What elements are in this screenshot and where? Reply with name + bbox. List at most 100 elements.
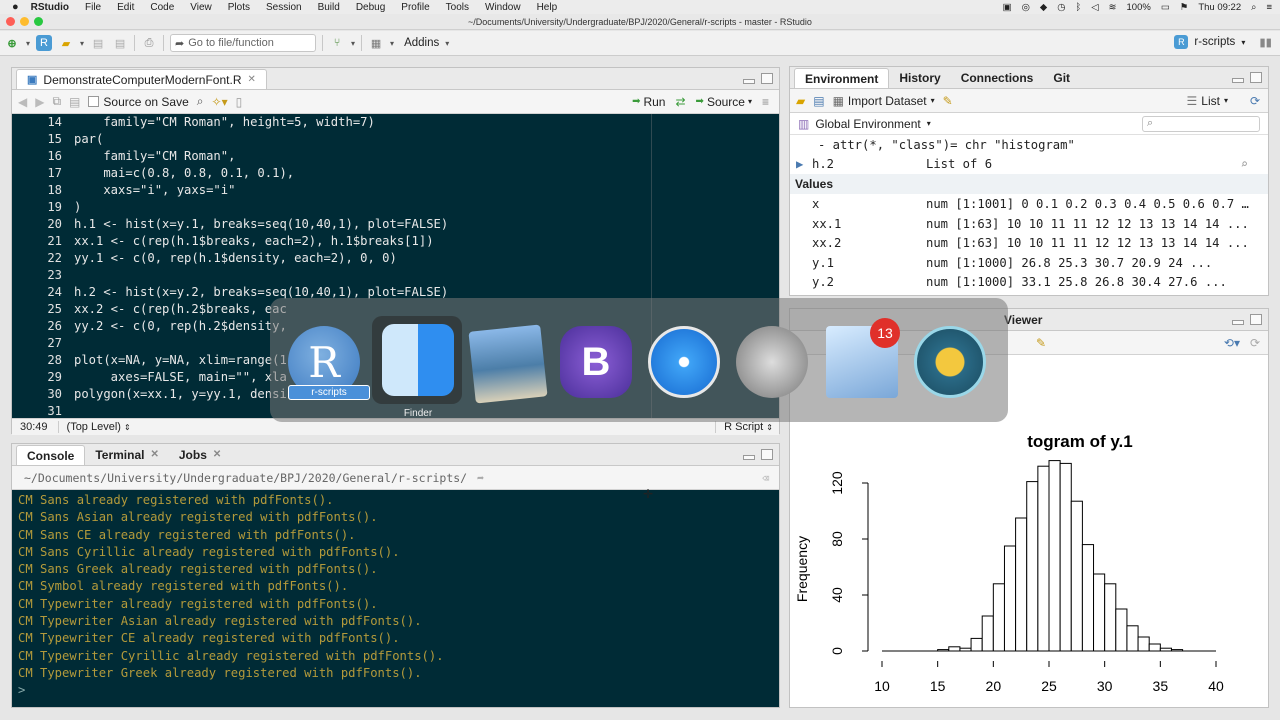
scope-selector[interactable]: Global Environment xyxy=(815,117,920,131)
screen-icon[interactable]: ▣ xyxy=(1003,2,1012,13)
refresh-icon[interactable]: ⟳ xyxy=(1250,94,1260,108)
menu-file[interactable]: File xyxy=(85,2,101,13)
clear-plots-icon[interactable]: ✎ xyxy=(1036,336,1046,350)
tab-console[interactable]: Console xyxy=(16,445,86,465)
minimize-env-icon[interactable] xyxy=(1232,78,1244,83)
back-icon[interactable]: ◀ xyxy=(18,95,27,109)
battery-percent[interactable]: 100% xyxy=(1127,2,1151,13)
publish-icon[interactable]: ⟲▾ xyxy=(1224,336,1240,350)
git-dropdown-icon[interactable]: ▾ xyxy=(351,39,355,48)
addins-dropdown-icon[interactable]: ▾ xyxy=(445,39,449,48)
menu-app[interactable]: RStudio xyxy=(31,2,69,13)
code-line[interactable]: family="CM Roman", height=5, width=7) xyxy=(74,114,448,131)
minimize-plots-icon[interactable] xyxy=(1232,320,1244,325)
bbedit-app-icon[interactable]: B xyxy=(560,326,632,398)
apple-icon[interactable]: ● xyxy=(12,1,19,13)
close-terminal-icon[interactable]: ✕ xyxy=(150,445,158,465)
menu-build[interactable]: Build xyxy=(318,2,340,13)
preview-app-icon[interactable] xyxy=(468,324,548,404)
open-file-icon[interactable]: ▰ xyxy=(58,35,74,51)
close-tab-icon[interactable]: ✕ xyxy=(248,70,256,90)
forward-icon[interactable]: ▶ xyxy=(35,95,44,109)
maximize-console-icon[interactable] xyxy=(761,449,773,460)
refresh-plot-icon[interactable]: ⟳ xyxy=(1250,336,1260,350)
rerun-icon[interactable]: ⇄ xyxy=(675,95,685,109)
code-line[interactable]: mai=c(0.8, 0.8, 0.1, 0.1), xyxy=(74,165,448,182)
final-cut-app-icon[interactable] xyxy=(736,326,808,398)
source-button[interactable]: ➡ Source ▾ xyxy=(696,95,752,109)
globe-icon[interactable]: ◎ xyxy=(1022,2,1030,13)
code-line[interactable]: family="CM Roman", xyxy=(74,148,448,165)
menu-view[interactable]: View xyxy=(190,2,212,13)
save-all-icon[interactable]: ▤ xyxy=(112,35,128,51)
find-icon[interactable]: ⌕ xyxy=(197,94,204,109)
code-line[interactable]: h.1 <- hist(x=y.1, breaks=seq(10,40,1), … xyxy=(74,216,448,233)
view-data-icon[interactable]: ⌕ xyxy=(1241,157,1248,171)
tab-source-file[interactable]: ▣ DemonstrateComputerModernFont.R ✕ xyxy=(16,69,267,89)
expand-icon[interactable]: ▶ xyxy=(796,157,803,171)
new-file-dropdown-icon[interactable]: ▾ xyxy=(26,39,30,48)
finder-app-icon[interactable] xyxy=(382,324,454,396)
menu-help[interactable]: Help xyxy=(537,2,558,13)
scope-menu[interactable]: (Top Level) ⇕ xyxy=(57,421,131,433)
timemachine-icon[interactable]: ◷ xyxy=(1057,2,1065,13)
project-menu[interactable]: R r-scripts ▾ ▮▮ xyxy=(1174,35,1272,49)
close-window-icon[interactable] xyxy=(6,17,15,26)
open-file-dropdown-icon[interactable]: ▾ xyxy=(80,39,84,48)
tower-app-icon[interactable] xyxy=(914,326,986,398)
scope-dropdown-icon[interactable]: ▾ xyxy=(927,119,931,128)
search-icon[interactable]: ⌕ xyxy=(1251,2,1256,13)
pane-layout-dropdown-icon[interactable]: ▾ xyxy=(390,39,394,48)
menu-edit[interactable]: Edit xyxy=(117,2,134,13)
save-workspace-icon[interactable]: ▤ xyxy=(813,94,824,108)
env-row[interactable]: xx.1 num [1:63] 10 10 11 11 12 12 13 13 1… xyxy=(790,214,1268,234)
goto-directory-icon[interactable]: ➦ xyxy=(477,471,484,485)
tab-terminal[interactable]: Terminal ✕ xyxy=(85,445,169,465)
env-row[interactable]: y.2 num [1:1000] 33.1 25.8 26.8 30.4 27.6… xyxy=(790,273,1268,293)
menu-session[interactable]: Session xyxy=(266,2,302,13)
save-icon[interactable]: ▤ xyxy=(90,35,106,51)
menu-code[interactable]: Code xyxy=(150,2,174,13)
tab-connections[interactable]: Connections xyxy=(951,68,1044,88)
new-file-icon[interactable]: ⊕ xyxy=(4,35,20,51)
flag-icon[interactable]: ⚑ xyxy=(1180,2,1189,13)
env-row-h2[interactable]: ▶ h.2 List of 6 ⌕ xyxy=(790,155,1268,175)
code-line[interactable]: xx.1 <- c(rep(h.1$breaks, each=2), h.1$b… xyxy=(74,233,448,250)
working-directory[interactable]: ~/Documents/University/Undergraduate/BPJ… xyxy=(24,471,467,485)
zoom-window-icon[interactable] xyxy=(34,17,43,26)
pane-layout-icon[interactable]: ▦ xyxy=(368,35,384,51)
minimize-pane-icon[interactable] xyxy=(743,79,755,84)
menu-profile[interactable]: Profile xyxy=(401,2,429,13)
env-row[interactable]: y.1 num [1:1000] 26.8 25.3 30.7 20.9 24 .… xyxy=(790,253,1268,273)
tab-git[interactable]: Git xyxy=(1043,68,1080,88)
battery-icon[interactable]: ▭ xyxy=(1161,2,1170,13)
maximize-pane-icon[interactable] xyxy=(761,73,773,84)
print-icon[interactable]: ⎙ xyxy=(141,35,157,51)
show-in-window-icon[interactable]: ⧉ xyxy=(52,94,61,109)
list-icon[interactable]: ≡ xyxy=(1266,2,1272,13)
dropbox-icon[interactable]: ◆ xyxy=(1040,2,1047,13)
env-search-input[interactable]: ⌕ xyxy=(1142,115,1260,132)
minimize-console-icon[interactable] xyxy=(743,455,755,460)
menu-plots[interactable]: Plots xyxy=(228,2,250,13)
menu-window[interactable]: Window xyxy=(485,2,521,13)
clear-console-icon[interactable]: ⌫ xyxy=(762,471,769,485)
code-line[interactable]: xaxs="i", yaxs="i" xyxy=(74,182,448,199)
compile-report-icon[interactable]: ▯ xyxy=(236,95,243,109)
menu-debug[interactable]: Debug xyxy=(356,2,385,13)
tab-jobs[interactable]: Jobs ✕ xyxy=(169,445,231,465)
maximize-env-icon[interactable] xyxy=(1250,72,1262,83)
save-file-icon[interactable]: ▤ xyxy=(69,95,80,109)
code-line[interactable] xyxy=(74,267,448,284)
addins-menu[interactable]: Addins xyxy=(404,37,439,49)
console-output[interactable]: CM Sans already registered with pdfFonts… xyxy=(12,490,779,707)
code-line[interactable]: par( xyxy=(74,131,448,148)
code-line[interactable]: yy.1 <- c(0, rep(h.1$density, each=2), 0… xyxy=(74,250,448,267)
env-row[interactable]: xx.2 num [1:63] 10 10 11 11 12 12 13 13 1… xyxy=(790,233,1268,253)
load-workspace-icon[interactable]: ▰ xyxy=(796,94,805,108)
console-prompt[interactable]: > xyxy=(18,682,779,699)
code-line[interactable]: ) xyxy=(74,199,448,216)
new-project-icon[interactable]: R xyxy=(36,35,53,51)
bluetooth-icon[interactable]: ᛒ xyxy=(1076,2,1082,13)
source-on-save-checkbox[interactable]: Source on Save xyxy=(88,95,189,109)
